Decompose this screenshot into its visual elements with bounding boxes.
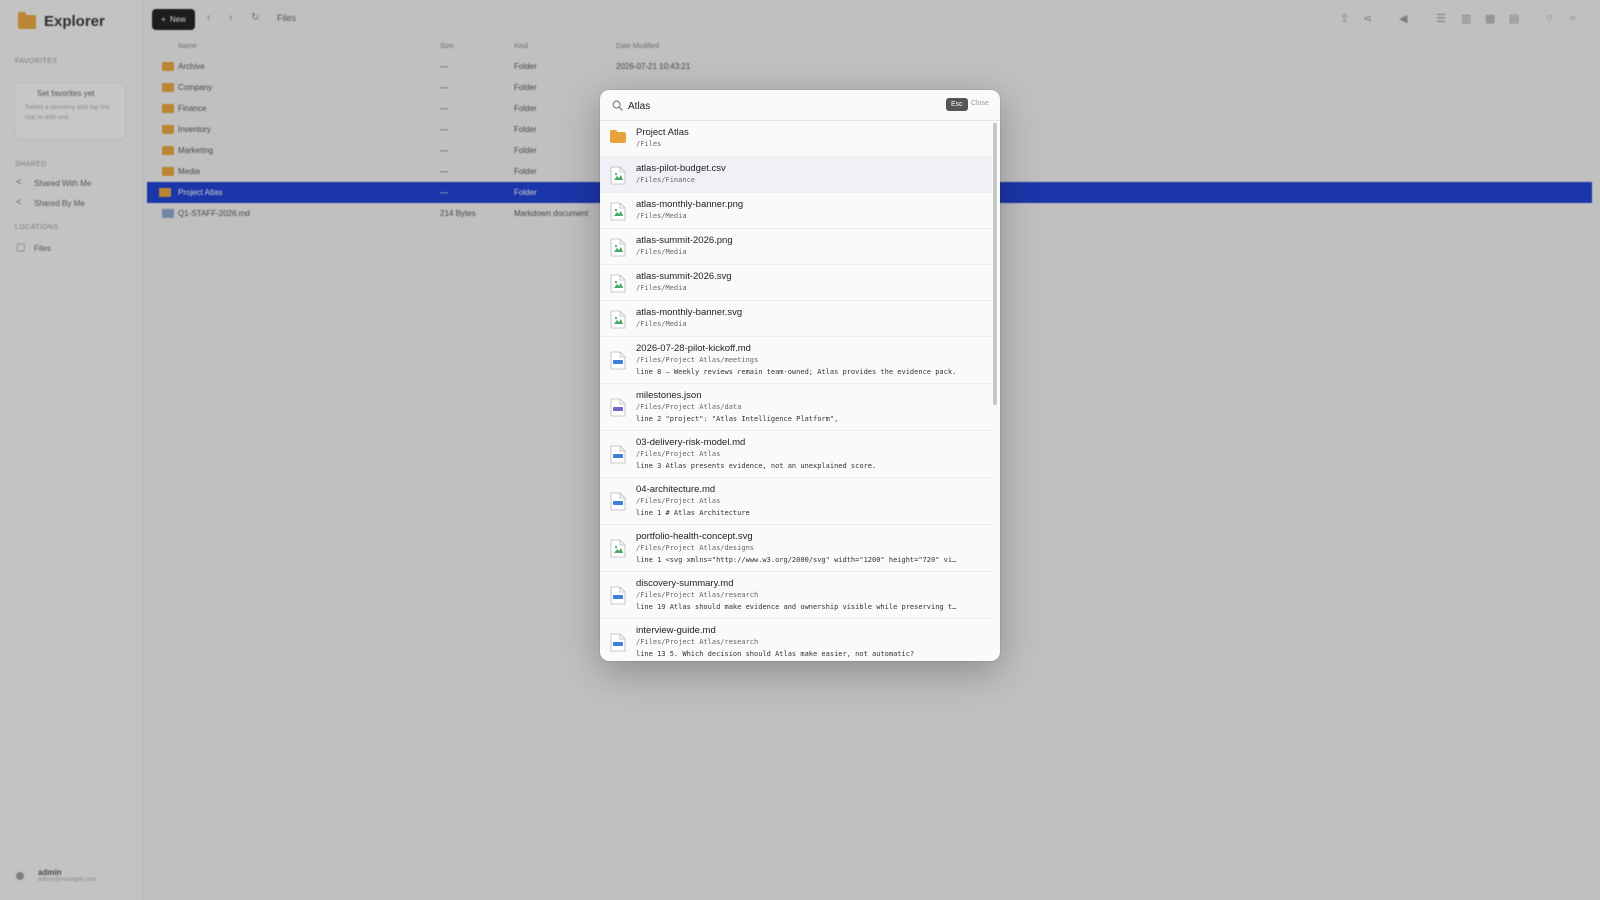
search-result-item[interactable]: atlas-monthly-banner.svg/Files/Media <box>600 301 992 337</box>
result-path: /Files/Project Atlas/designs <box>636 544 755 552</box>
image-file-icon <box>610 202 626 221</box>
search-results: Project Atlas/Files atlas-pilot-budget.cs… <box>600 121 992 661</box>
result-name: atlas-summit-2026.png <box>636 235 733 246</box>
result-name: portfolio-health-concept.svg <box>636 531 753 542</box>
search-result-item[interactable]: 04-architecture.md/Files/Project Atlas li… <box>600 478 992 525</box>
result-match-line: line 1 <svg xmlns="http://www.w3.org/200… <box>636 556 957 564</box>
close-button[interactable]: Close <box>971 100 989 107</box>
image-file-icon <box>610 238 626 257</box>
search-result-item[interactable]: interview-guide.md/Files/Project Atlas/r… <box>600 619 992 661</box>
search-result-item[interactable]: atlas-summit-2026.png/Files/Media <box>600 229 992 265</box>
results-scrollbar[interactable] <box>993 123 997 405</box>
result-path: /Files/Finance <box>636 176 696 184</box>
search-result-item[interactable]: 03-delivery-risk-model.md/Files/Project … <box>600 431 992 478</box>
result-match-line: line 2 "project": "Atlas Intelligence Pl… <box>636 415 839 423</box>
result-name: milestones.json <box>636 390 702 401</box>
result-name: atlas-pilot-budget.csv <box>636 163 726 174</box>
search-result-item[interactable]: Project Atlas/Files <box>600 121 992 157</box>
result-match-line: line 1 # Atlas Architecture <box>636 509 750 517</box>
result-path: /Files <box>636 140 662 148</box>
result-path: /Files/Project Atlas/research <box>636 591 759 599</box>
markdown-file-icon <box>610 351 626 370</box>
image-file-icon <box>610 539 626 558</box>
result-name: 03-delivery-risk-model.md <box>636 437 746 448</box>
result-path: /Files/Media <box>636 320 687 328</box>
result-name: Project Atlas <box>636 127 689 138</box>
search-modal: Esc Close Project Atlas/Filesatlas-pilot… <box>600 90 1000 661</box>
result-match-line: line 13 5. Which decision should Atlas m… <box>636 650 915 658</box>
search-result-item[interactable]: atlas-summit-2026.svg/Files/Media <box>600 265 992 301</box>
result-match-line: line 8 — Weekly reviews remain team-owne… <box>636 368 957 376</box>
image-file-icon <box>610 310 626 329</box>
search-input[interactable] <box>628 96 928 116</box>
result-path: /Files/Project Atlas <box>636 450 721 458</box>
search-result-item[interactable]: 2026-07-28-pilot-kickoff.md/Files/Projec… <box>600 337 992 384</box>
result-path: /Files/Media <box>636 284 687 292</box>
result-path: /Files/Media <box>636 248 687 256</box>
markdown-file-icon <box>610 445 626 464</box>
result-path: /Files/Project Atlas <box>636 497 721 505</box>
result-name: atlas-summit-2026.svg <box>636 271 732 282</box>
result-name: atlas-monthly-banner.svg <box>636 307 743 318</box>
folder-icon <box>610 130 626 143</box>
result-name: interview-guide.md <box>636 625 716 636</box>
result-name: discovery-summary.md <box>636 578 734 589</box>
result-path: /Files/Project Atlas/research <box>636 638 759 646</box>
result-name: atlas-monthly-banner.png <box>636 199 744 210</box>
result-name: 04-architecture.md <box>636 484 716 495</box>
markdown-file-icon <box>610 586 626 605</box>
search-result-item[interactable]: discovery-summary.md/Files/Project Atlas… <box>600 572 992 619</box>
search-result-item[interactable]: atlas-pilot-budget.csv/Files/Finance <box>600 157 992 193</box>
result-path: /Files/Project Atlas/data <box>636 403 742 411</box>
markdown-file-icon <box>610 633 626 652</box>
search-icon <box>612 100 623 111</box>
json-file-icon <box>610 398 626 417</box>
result-path: /Files/Project Atlas/meetings <box>636 356 759 364</box>
search-result-item[interactable]: portfolio-health-concept.svg/Files/Proje… <box>600 525 992 572</box>
search-bar: Esc Close <box>600 90 1000 121</box>
csv-file-icon <box>610 166 626 185</box>
result-match-line: line 3 Atlas presents evidence, not an u… <box>636 462 877 470</box>
esc-key-badge[interactable]: Esc <box>946 98 968 111</box>
markdown-file-icon <box>610 492 626 511</box>
result-path: /Files/Media <box>636 212 687 220</box>
result-match-line: line 19 Atlas should make evidence and o… <box>636 603 957 611</box>
result-name: 2026-07-28-pilot-kickoff.md <box>636 343 751 354</box>
search-result-item[interactable]: milestones.json/Files/Project Atlas/data… <box>600 384 992 431</box>
image-file-icon <box>610 274 626 293</box>
search-result-item[interactable]: atlas-monthly-banner.png/Files/Media <box>600 193 992 229</box>
